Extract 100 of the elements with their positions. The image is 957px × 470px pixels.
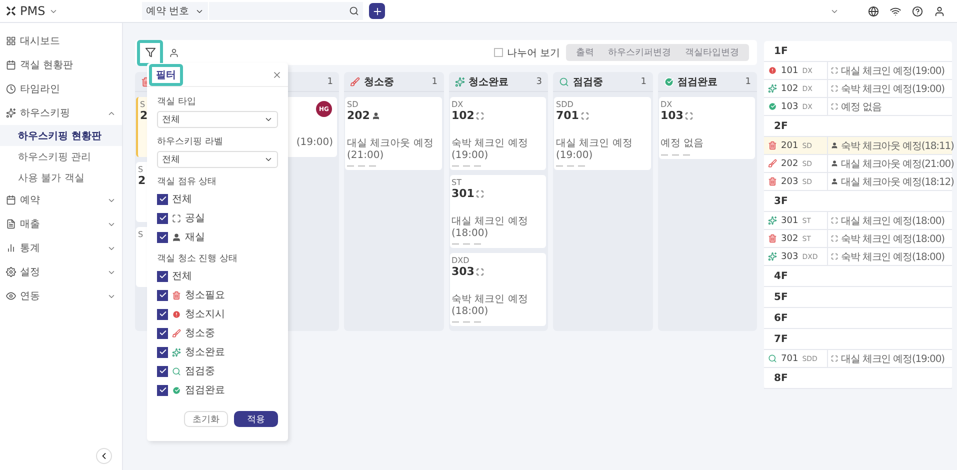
- room-card[interactable]: DX 102 숙박 체크인 예정(19:00): [450, 97, 546, 170]
- room-card[interactable]: DX 103 예정 없음: [658, 97, 755, 159]
- chevron-down-icon: [264, 115, 273, 124]
- room-type-select[interactable]: 전체: [157, 111, 278, 128]
- schedule-note: (19:00): [296, 136, 333, 148]
- alert-icon: [768, 66, 777, 75]
- room-type: SD: [347, 100, 358, 109]
- schedule-note: 예정 없음: [660, 137, 704, 150]
- column-count: 1: [745, 76, 751, 86]
- field-label: 객실 타입: [157, 96, 197, 108]
- room-type: DX: [660, 100, 672, 109]
- checkbox[interactable]: [157, 366, 168, 376]
- close-icon[interactable]: [272, 70, 282, 80]
- checkbox[interactable]: [157, 346, 168, 358]
- apply-button[interactable]: 적용: [234, 411, 278, 427]
- search-field[interactable]: [209, 2, 363, 20]
- schedule-note: 대실 체크인 예정(19:00): [841, 64, 944, 78]
- room-type: DX: [452, 100, 464, 109]
- field-label: 객실 점유 상태: [157, 176, 218, 188]
- option-label: 청소지시: [185, 308, 225, 321]
- check-icon: [158, 214, 166, 222]
- settings-icon: [6, 267, 16, 277]
- room-card[interactable]: SD 202 대실 체크아웃 예정(21:00): [345, 97, 442, 170]
- person-icon: [172, 232, 181, 242]
- checkbox[interactable]: [157, 308, 168, 320]
- option-label: 공실: [185, 212, 205, 225]
- room-number: 301: [781, 216, 798, 226]
- filter-button[interactable]: [137, 40, 163, 66]
- search-icon: [172, 366, 181, 376]
- schedule-note: 예정 없음: [841, 100, 882, 114]
- column-title: 점검중: [573, 76, 603, 88]
- add-button[interactable]: [369, 3, 385, 19]
- check-icon: [158, 195, 166, 203]
- checkbox[interactable]: [157, 232, 168, 242]
- checkbox[interactable]: [157, 384, 168, 396]
- option-label: 전체: [172, 193, 192, 206]
- popover-title: 필터: [149, 64, 183, 86]
- field-label: 객실 청소 진행 상태: [157, 253, 239, 265]
- wifi-icon[interactable]: [890, 6, 901, 16]
- sidebar-item[interactable]: 설정: [0, 260, 122, 284]
- option-label: 점검중: [185, 365, 215, 378]
- checkbox[interactable]: [157, 328, 168, 338]
- sparkles-icon: [768, 216, 777, 225]
- floor-header: 5F: [764, 287, 952, 308]
- room-number: 103: [781, 102, 798, 112]
- sidebar-item[interactable]: 통계: [0, 236, 122, 260]
- checkbox[interactable]: [157, 270, 168, 282]
- sidebar-item[interactable]: 예약: [0, 188, 122, 212]
- sidebar-item[interactable]: 타임라인: [0, 77, 122, 101]
- room-number: 701: [781, 354, 798, 364]
- sidebar-item[interactable]: 연동: [0, 284, 122, 308]
- placeholder-lines: [660, 154, 690, 156]
- sparkles-icon: [172, 348, 181, 356]
- reset-button[interactable]: 초기화: [184, 411, 228, 427]
- search-type-select[interactable]: 예약 번호: [142, 2, 208, 20]
- option-label: 청소완료: [185, 346, 225, 359]
- room-type: S: [138, 165, 144, 174]
- calendar-icon: [6, 195, 16, 205]
- column-title: 점검완료: [678, 76, 718, 88]
- room-number: 2: [138, 174, 146, 187]
- label-select[interactable]: 전체: [157, 151, 278, 168]
- sidebar-item[interactable]: 하우스키핑: [0, 101, 122, 125]
- globe-icon[interactable]: [868, 6, 879, 16]
- sidebar-item[interactable]: 대시보드: [0, 29, 122, 53]
- sidebar-item[interactable]: 매출: [0, 212, 122, 236]
- placeholder-lines: [452, 321, 482, 323]
- collapse-button[interactable]: [96, 448, 112, 464]
- trash-icon: [172, 290, 181, 300]
- column-count: 1: [640, 76, 646, 86]
- checkbox[interactable]: [157, 194, 168, 204]
- trash-icon: [768, 234, 777, 243]
- checkbox[interactable]: [157, 290, 168, 300]
- split-view-checkbox[interactable]: 나누어 보기: [494, 46, 560, 60]
- column-count: 1: [432, 76, 438, 86]
- sidebar-subitem[interactable]: 하우스키핑 현황판: [0, 125, 122, 146]
- check-icon: [158, 367, 166, 375]
- room-type: SDD: [556, 100, 574, 109]
- clock-icon: [6, 84, 16, 94]
- room-number: 203: [781, 176, 798, 186]
- plus-icon: [372, 6, 382, 16]
- sidebar-subitem[interactable]: 하우스키핑 관리: [0, 146, 122, 167]
- room-number: 2: [140, 109, 148, 122]
- search-icon: [559, 76, 569, 86]
- room-card[interactable]: SDD 701 대실 체크인 예정(19:00): [554, 97, 650, 170]
- room-number: 303: [452, 265, 474, 278]
- room-number: 302: [781, 234, 798, 244]
- person-icon[interactable]: [169, 48, 179, 58]
- option-label: 청소필요: [185, 289, 225, 302]
- alert-icon: [172, 310, 181, 318]
- sidebar-subitem[interactable]: 사용 불가 객실: [0, 167, 122, 188]
- room-card[interactable]: ST 301 대실 체크인 예정(18:00): [450, 175, 546, 248]
- search-icon: [768, 354, 777, 363]
- checkbox[interactable]: [157, 212, 168, 224]
- sidebar-item[interactable]: 객실 현황판: [0, 53, 122, 77]
- room-type: ST: [452, 178, 462, 187]
- user-icon[interactable]: [934, 6, 945, 16]
- sparkles-icon: [6, 108, 16, 118]
- help-icon[interactable]: [912, 6, 923, 16]
- room-card[interactable]: DXD 303 숙박 체크인 예정(18:00): [450, 253, 546, 326]
- option-label: 전체: [172, 270, 192, 283]
